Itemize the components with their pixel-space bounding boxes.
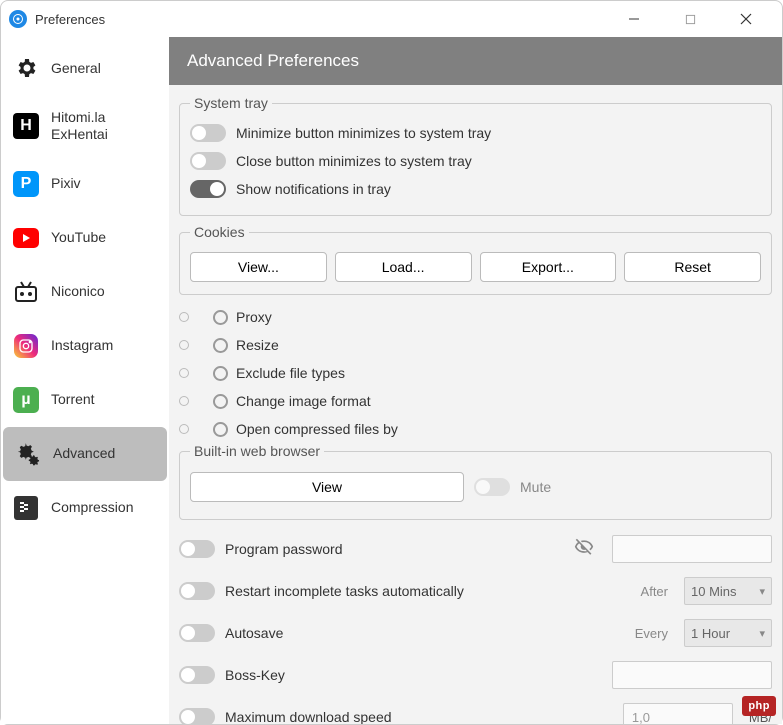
resize-label: Resize (236, 337, 279, 353)
autosave-hint: Every (635, 626, 668, 641)
open-compressed-label: Open compressed files by (236, 421, 398, 437)
show-notifications-toggle[interactable] (190, 180, 226, 198)
torrent-icon: µ (13, 387, 39, 413)
browser-group: Built-in web browser View Mute (179, 443, 772, 520)
chevron-down-icon: ▾ (759, 627, 765, 640)
change-format-radio[interactable] (213, 394, 228, 409)
sidebar-item-youtube[interactable]: YouTube (1, 211, 169, 265)
sidebar-item-niconico[interactable]: Niconico (1, 265, 169, 319)
instagram-icon (13, 333, 39, 359)
sidebar-item-advanced[interactable]: Advanced (3, 427, 167, 481)
watermark: php (742, 696, 776, 716)
exclude-label: Exclude file types (236, 365, 345, 381)
restart-label: Restart incomplete tasks automatically (225, 583, 464, 599)
youtube-icon (13, 225, 39, 251)
bosskey-input[interactable] (612, 661, 772, 689)
window-minimize-button[interactable] (618, 3, 650, 35)
maxspeed-input[interactable] (623, 703, 733, 724)
show-notifications-label: Show notifications in tray (236, 181, 391, 197)
close-to-tray-label: Close button minimizes to system tray (236, 153, 472, 169)
window-maximize-button[interactable] (674, 3, 706, 35)
bosskey-toggle[interactable] (179, 666, 215, 684)
cookies-view-button[interactable]: View... (190, 252, 327, 282)
sidebar-item-label: Compression (51, 499, 133, 516)
window-title: Preferences (35, 12, 105, 27)
system-tray-legend: System tray (190, 95, 272, 111)
browser-mute-label: Mute (520, 479, 551, 495)
pixiv-icon: P (13, 171, 39, 197)
minimize-to-tray-label: Minimize button minimizes to system tray (236, 125, 491, 141)
cookies-group: Cookies View... Load... Export... Reset (179, 224, 772, 295)
browser-mute-toggle[interactable] (474, 478, 510, 496)
eye-off-icon[interactable] (574, 537, 594, 562)
cookies-reset-button[interactable]: Reset (624, 252, 761, 282)
password-input[interactable] (612, 535, 772, 563)
sidebar-item-label: Hitomi.la ExHentai (51, 109, 157, 143)
window-close-button[interactable] (730, 3, 762, 35)
cookies-legend: Cookies (190, 224, 249, 240)
hitomi-icon: H (13, 113, 39, 139)
sidebar-item-label: Niconico (51, 283, 105, 300)
password-toggle[interactable] (179, 540, 215, 558)
sidebar-item-label: YouTube (51, 229, 106, 246)
chevron-down-icon: ▾ (759, 585, 765, 598)
gears-icon (15, 441, 41, 467)
page-title: Advanced Preferences (169, 37, 782, 85)
sidebar-item-label: Advanced (53, 445, 115, 462)
minimize-to-tray-toggle[interactable] (190, 124, 226, 142)
sidebar-item-label: Torrent (51, 391, 95, 408)
restart-toggle[interactable] (179, 582, 215, 600)
bosskey-label: Boss-Key (225, 667, 285, 683)
proxy-radio[interactable] (213, 310, 228, 325)
maxspeed-label: Maximum download speed (225, 709, 392, 724)
password-label: Program password (225, 541, 343, 557)
sidebar-item-general[interactable]: General (1, 41, 169, 95)
sidebar-item-hitomi[interactable]: H Hitomi.la ExHentai (1, 95, 169, 157)
niconico-icon (13, 279, 39, 305)
autosave-label: Autosave (225, 625, 283, 641)
sidebar-item-instagram[interactable]: Instagram (1, 319, 169, 373)
close-to-tray-toggle[interactable] (190, 152, 226, 170)
app-icon (9, 10, 27, 28)
compression-icon (13, 495, 39, 521)
sidebar-item-compression[interactable]: Compression (1, 481, 169, 535)
proxy-label: Proxy (236, 309, 272, 325)
open-compressed-radio[interactable] (213, 422, 228, 437)
content-body: System tray Minimize button minimizes to… (169, 85, 782, 724)
sidebar: General H Hitomi.la ExHentai P Pixiv You… (1, 37, 169, 724)
browser-view-button[interactable]: View (190, 472, 464, 502)
restart-hint: After (641, 584, 668, 599)
titlebar: Preferences (1, 1, 782, 37)
browser-legend: Built-in web browser (190, 443, 324, 459)
autosave-interval-select[interactable]: 1 Hour▾ (684, 619, 772, 647)
autosave-toggle[interactable] (179, 624, 215, 642)
cookies-export-button[interactable]: Export... (480, 252, 617, 282)
gear-icon (13, 55, 39, 81)
sidebar-item-pixiv[interactable]: P Pixiv (1, 157, 169, 211)
sidebar-item-label: Pixiv (51, 175, 81, 192)
sidebar-item-label: Instagram (51, 337, 113, 354)
sidebar-item-torrent[interactable]: µ Torrent (1, 373, 169, 427)
exclude-radio[interactable] (213, 366, 228, 381)
sidebar-item-label: General (51, 60, 101, 77)
cookies-load-button[interactable]: Load... (335, 252, 472, 282)
system-tray-group: System tray Minimize button minimizes to… (179, 95, 772, 216)
resize-radio[interactable] (213, 338, 228, 353)
maxspeed-toggle[interactable] (179, 708, 215, 724)
change-format-label: Change image format (236, 393, 371, 409)
restart-interval-select[interactable]: 10 Mins▾ (684, 577, 772, 605)
